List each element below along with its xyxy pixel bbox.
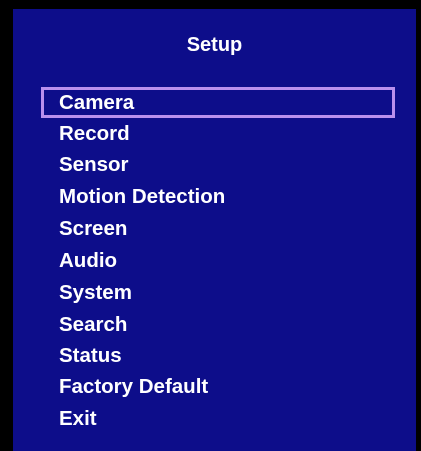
menu-item-motion-detection[interactable]: Motion Detection — [59, 183, 225, 211]
setup-menu-panel: Setup Camera Record Sensor Motion Detect… — [13, 9, 416, 451]
menu-item-screen[interactable]: Screen — [59, 215, 127, 243]
osd-frame: Setup Camera Record Sensor Motion Detect… — [0, 0, 421, 451]
menu-item-sensor[interactable]: Sensor — [59, 151, 129, 179]
menu-item-record[interactable]: Record — [59, 120, 130, 148]
menu-item-camera[interactable]: Camera — [59, 89, 134, 117]
menu-item-system[interactable]: System — [59, 279, 132, 307]
menu-item-audio[interactable]: Audio — [59, 247, 117, 275]
menu-item-factory-default[interactable]: Factory Default — [59, 373, 208, 401]
menu-list: Camera Record Sensor Motion Detection Sc… — [13, 9, 416, 451]
menu-item-exit[interactable]: Exit — [59, 405, 97, 433]
menu-item-status[interactable]: Status — [59, 342, 122, 370]
menu-item-search[interactable]: Search — [59, 311, 127, 339]
